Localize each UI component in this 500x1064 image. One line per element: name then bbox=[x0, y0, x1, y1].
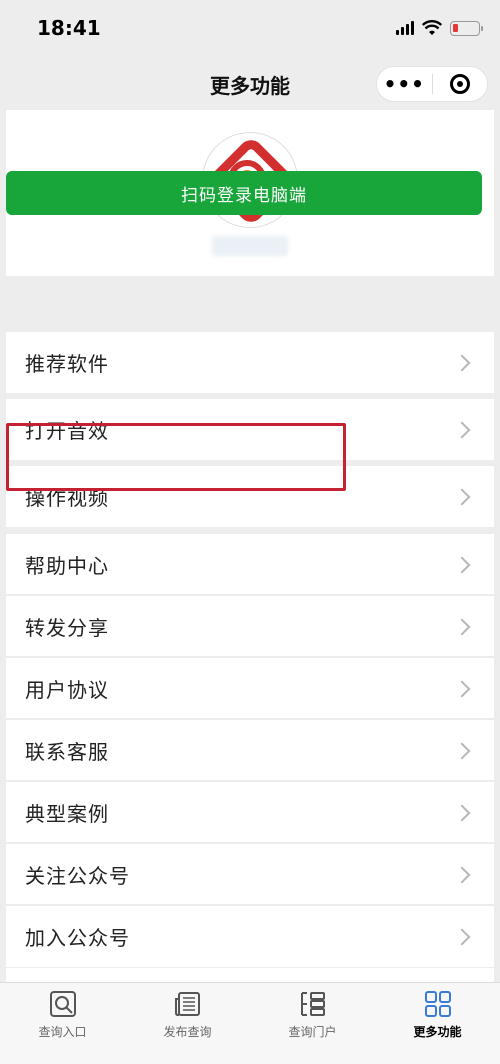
tab-label: 查询入口 bbox=[38, 1025, 87, 1039]
grid-icon bbox=[424, 991, 451, 1017]
menu-item-label: 推荐软件 bbox=[25, 352, 109, 376]
status-icons bbox=[396, 20, 483, 36]
mini-program-capsule: ••• bbox=[376, 66, 488, 102]
menu-item-case-studies[interactable]: 典型案例 bbox=[6, 782, 494, 843]
chevron-right-icon bbox=[453, 928, 471, 945]
chevron-right-icon bbox=[453, 354, 471, 371]
wifi-icon bbox=[422, 20, 442, 35]
menu-item-label: 关注公众号 bbox=[25, 864, 130, 888]
target-icon bbox=[449, 74, 470, 94]
menu-item-join-account[interactable]: 加入公众号 bbox=[6, 906, 494, 967]
menu-item-label: 帮助中心 bbox=[25, 554, 109, 578]
status-time: 18:41 bbox=[37, 16, 101, 40]
menu-item-follow-account[interactable]: 关注公众号 bbox=[6, 844, 494, 905]
newspaper-icon bbox=[174, 992, 200, 1016]
tab-label: 更多功能 bbox=[413, 1025, 462, 1039]
menu-item-customer-service[interactable]: 联系客服 bbox=[6, 720, 494, 781]
tab-label: 查询门户 bbox=[288, 1025, 337, 1039]
menu-item-label: 操作视频 bbox=[25, 486, 109, 510]
chevron-right-icon bbox=[453, 742, 471, 759]
menu-item-label: 用户协议 bbox=[25, 678, 109, 702]
tab-publish-query[interactable]: 发布查询 bbox=[125, 983, 250, 1064]
portal-icon bbox=[300, 992, 325, 1016]
chevron-right-icon bbox=[453, 804, 471, 821]
navigation-bar: 更多功能 ••• bbox=[0, 58, 500, 110]
tab-query-entry[interactable]: 查询入口 bbox=[0, 983, 125, 1064]
tab-more-features[interactable]: 更多功能 bbox=[375, 983, 500, 1064]
chevron-right-icon bbox=[453, 488, 471, 505]
menu-item-sound-effects[interactable]: 打开音效 bbox=[6, 399, 494, 460]
menu-item-label: 典型案例 bbox=[25, 802, 109, 826]
menu-item-partial bbox=[6, 968, 494, 982]
username-placeholder bbox=[212, 236, 288, 256]
menu-item-label: 转发分享 bbox=[25, 616, 109, 640]
menu-item-help-center[interactable]: 帮助中心 bbox=[6, 534, 494, 595]
scan-login-button[interactable]: 扫码登录电脑端 bbox=[6, 171, 482, 215]
search-box-icon bbox=[49, 991, 76, 1017]
menu-item-label: 打开音效 bbox=[25, 419, 109, 443]
menu-item-label: 联系客服 bbox=[25, 740, 109, 764]
menu-item-label: 加入公众号 bbox=[25, 926, 130, 950]
menu-item-user-agreement[interactable]: 用户协议 bbox=[6, 658, 494, 719]
menu-item-tutorial-video[interactable]: 操作视频 bbox=[6, 466, 494, 527]
signal-icon bbox=[396, 21, 414, 35]
chevron-right-icon bbox=[453, 421, 471, 438]
menu-item-share[interactable]: 转发分享 bbox=[6, 596, 494, 657]
chevron-right-icon bbox=[453, 680, 471, 697]
close-mini-program-button[interactable] bbox=[432, 74, 487, 94]
menu-item-recommended-software[interactable]: 推荐软件 bbox=[6, 332, 494, 393]
tab-label: 发布查询 bbox=[163, 1025, 212, 1039]
battery-icon bbox=[450, 20, 483, 36]
chevron-right-icon bbox=[453, 618, 471, 635]
tab-bar: 查询入口 发布查询 查询门户 更多功能 bbox=[0, 982, 500, 1064]
chevron-right-icon bbox=[453, 556, 471, 573]
tab-query-portal[interactable]: 查询门户 bbox=[250, 983, 375, 1064]
status-bar: 18:41 bbox=[0, 0, 500, 58]
chevron-right-icon bbox=[453, 866, 471, 883]
more-options-icon[interactable]: ••• bbox=[377, 66, 432, 102]
